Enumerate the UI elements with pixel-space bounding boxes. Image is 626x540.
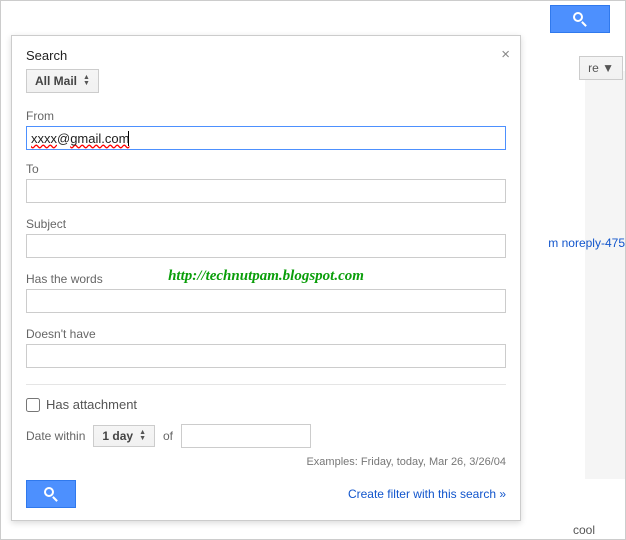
- of-label: of: [163, 429, 173, 443]
- scope-selected: All Mail: [35, 74, 77, 88]
- panel-title: Search: [26, 48, 506, 63]
- to-label: To: [26, 162, 506, 176]
- search-icon: [44, 487, 58, 501]
- top-bar: [1, 1, 625, 33]
- daterange-selected: 1 day: [102, 429, 133, 443]
- more-button[interactable]: re ▼: [579, 56, 623, 80]
- examples-text: Examples: Friday, today, Mar 26, 3/26/04: [26, 456, 506, 468]
- scope-dropdown[interactable]: All Mail ▲▼: [26, 69, 99, 93]
- updown-icon: ▲▼: [83, 75, 90, 87]
- search-icon: [573, 12, 587, 26]
- bg-text: cool: [573, 523, 595, 537]
- updown-icon: ▲▼: [139, 430, 146, 442]
- haswords-label: Has the words: [26, 272, 506, 286]
- haswords-input[interactable]: [26, 289, 506, 313]
- doesnthave-label: Doesn't have: [26, 327, 506, 341]
- subject-label: Subject: [26, 217, 506, 231]
- from-input[interactable]: xxxx@gmail.com: [26, 126, 506, 150]
- attachment-checkbox[interactable]: [26, 398, 40, 412]
- bg-noreply-link[interactable]: m noreply-475: [548, 236, 625, 250]
- date-input[interactable]: [181, 424, 311, 448]
- create-filter-link[interactable]: Create filter with this search »: [348, 487, 506, 501]
- search-panel: × Search All Mail ▲▼ From xxxx@gmail.com…: [11, 35, 521, 521]
- close-icon[interactable]: ×: [501, 46, 510, 63]
- subject-input[interactable]: [26, 234, 506, 258]
- search-button[interactable]: [26, 480, 76, 508]
- divider: [26, 384, 506, 385]
- top-search-button[interactable]: [550, 5, 610, 33]
- daterange-dropdown[interactable]: 1 day ▲▼: [93, 425, 155, 447]
- doesnthave-input[interactable]: [26, 344, 506, 368]
- bg-grayband: [585, 71, 625, 479]
- attachment-label: Has attachment: [46, 397, 137, 412]
- to-input[interactable]: [26, 179, 506, 203]
- from-label: From: [26, 109, 506, 123]
- datewithin-label: Date within: [26, 429, 85, 443]
